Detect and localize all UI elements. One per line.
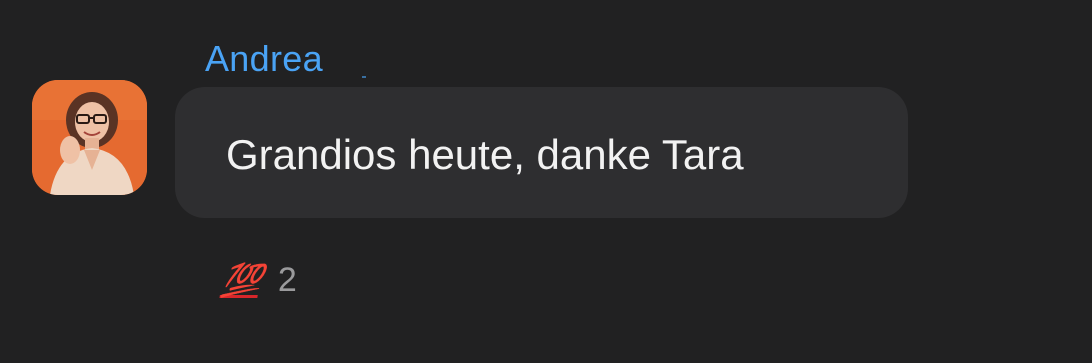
hundred-points-icon: 💯	[219, 261, 263, 299]
message-bubble[interactable]: Grandios heute, danke Tara	[175, 87, 908, 218]
reaction-count: 2	[277, 261, 297, 299]
profile-photo-icon	[32, 80, 147, 195]
avatar[interactable]	[32, 80, 147, 195]
chat-view: Andrea Grandios heute, danke Tara 💯 2	[0, 0, 1092, 363]
sender-name[interactable]: Andrea	[205, 38, 323, 80]
message-text: Grandios heute, danke Tara	[226, 131, 744, 178]
reaction-chip[interactable]: 💯 2	[219, 258, 297, 302]
name-decoration	[362, 76, 366, 78]
